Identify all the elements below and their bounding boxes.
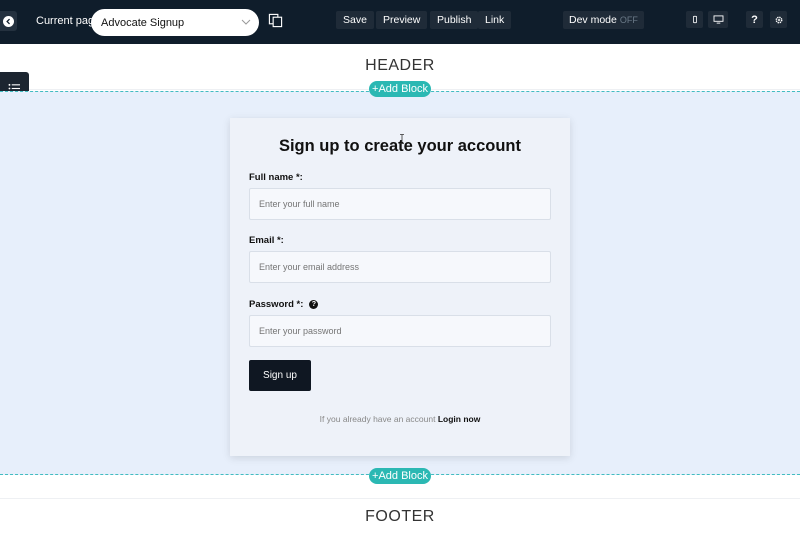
- footer-section[interactable]: FOOTER: [0, 498, 800, 554]
- password-label: Password *: ?: [249, 299, 319, 310]
- mobile-view-button[interactable]: [686, 11, 703, 28]
- help-button[interactable]: ?: [746, 11, 763, 28]
- chevron-down-icon: [241, 19, 251, 25]
- desktop-icon: [713, 15, 723, 24]
- password-input[interactable]: [249, 315, 551, 347]
- help-circle-icon[interactable]: ?: [309, 300, 319, 309]
- top-toolbar: Current page Advocate Signup Save Previe…: [0, 0, 800, 44]
- add-block-button-top[interactable]: +Add Block: [369, 81, 431, 97]
- save-button[interactable]: Save: [336, 11, 374, 29]
- password-label-text: Password *:: [249, 299, 304, 310]
- login-prompt: If you already have an account Login now: [230, 414, 570, 424]
- publish-button[interactable]: Publish: [430, 11, 479, 29]
- login-prompt-text: If you already have an account: [319, 414, 436, 424]
- full-name-input[interactable]: [249, 188, 551, 220]
- pages-icon[interactable]: [267, 12, 283, 28]
- settings-button[interactable]: [770, 11, 787, 28]
- dev-mode-state: OFF: [619, 15, 638, 25]
- email-label: Email *:: [249, 235, 284, 246]
- gear-icon: [775, 16, 782, 23]
- text-cursor-icon: [400, 134, 404, 144]
- login-link[interactable]: Login now: [438, 414, 481, 424]
- page-select[interactable]: Advocate Signup: [91, 9, 259, 36]
- link-button[interactable]: Link: [478, 11, 512, 29]
- preview-button[interactable]: Preview: [376, 11, 428, 29]
- back-button[interactable]: [0, 11, 17, 31]
- page-select-value: Advocate Signup: [101, 16, 185, 29]
- dev-mode-label: Dev mode: [569, 14, 617, 26]
- mobile-icon: [692, 15, 697, 24]
- signup-button[interactable]: Sign up: [249, 360, 311, 391]
- header-label: HEADER: [365, 57, 435, 74]
- signup-card: Sign up to create your account Full name…: [230, 118, 570, 456]
- full-name-label-text: Full name *:: [249, 172, 303, 183]
- email-label-text: Email *:: [249, 235, 284, 246]
- arrow-left-icon: [3, 15, 14, 27]
- desktop-view-button[interactable]: [708, 11, 728, 28]
- add-block-button-bottom[interactable]: +Add Block: [369, 468, 431, 484]
- dev-mode-toggle[interactable]: Dev mode OFF: [563, 11, 644, 29]
- full-name-label: Full name *:: [249, 172, 303, 183]
- footer-label: FOOTER: [365, 508, 435, 525]
- email-input[interactable]: [249, 251, 551, 283]
